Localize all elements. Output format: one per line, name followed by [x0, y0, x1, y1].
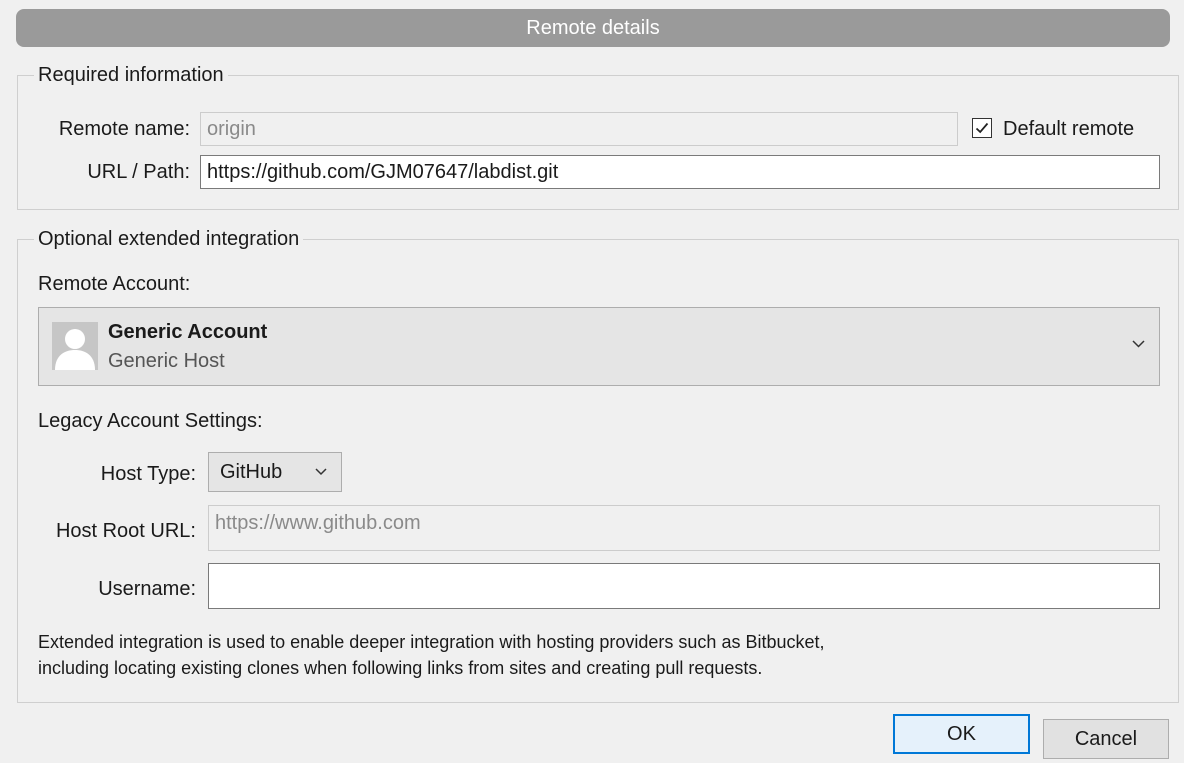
- remote-name-label: Remote name:: [58, 118, 190, 140]
- optional-integration-legend: Optional extended integration: [34, 226, 304, 252]
- remote-account-dropdown[interactable]: Generic Account Generic Host: [38, 307, 1160, 386]
- user-avatar-icon: [52, 322, 98, 370]
- remote-name-field[interactable]: origin: [200, 112, 958, 146]
- host-type-dropdown[interactable]: GitHub: [208, 452, 342, 492]
- default-remote-checkbox[interactable]: [972, 118, 992, 138]
- description-line: including locating existing clones when …: [38, 658, 763, 678]
- username-field[interactable]: [208, 563, 1160, 609]
- remote-details-dialog: Remote details Required information Remo…: [0, 0, 1184, 763]
- dialog-title: Remote details: [16, 9, 1170, 47]
- ok-button[interactable]: OK: [893, 714, 1030, 754]
- url-path-label: URL / Path:: [87, 161, 190, 183]
- chevron-down-icon: [1132, 340, 1145, 348]
- legacy-settings-label: Legacy Account Settings:: [38, 410, 263, 432]
- integration-description: Extended integration is used to enable d…: [38, 629, 1158, 681]
- chevron-down-icon: [315, 468, 327, 476]
- host-type-label: Host Type:: [100, 463, 196, 485]
- account-name: Generic Account: [108, 321, 268, 343]
- cancel-button[interactable]: Cancel: [1043, 719, 1169, 759]
- checkmark-icon: [975, 122, 989, 134]
- default-remote-label[interactable]: Default remote: [1003, 116, 1134, 142]
- url-path-field[interactable]: https://github.com/GJM07647/labdist.git: [200, 155, 1160, 189]
- username-label: Username:: [98, 578, 196, 600]
- host-type-value: GitHub: [220, 460, 283, 483]
- host-root-url-field[interactable]: https://www.github.com: [208, 505, 1160, 551]
- remote-account-label: Remote Account:: [38, 273, 191, 295]
- description-line: Extended integration is used to enable d…: [38, 632, 825, 652]
- account-host: Generic Host: [108, 350, 225, 372]
- host-root-url-label: Host Root URL:: [55, 520, 196, 542]
- required-information-legend: Required information: [34, 62, 228, 88]
